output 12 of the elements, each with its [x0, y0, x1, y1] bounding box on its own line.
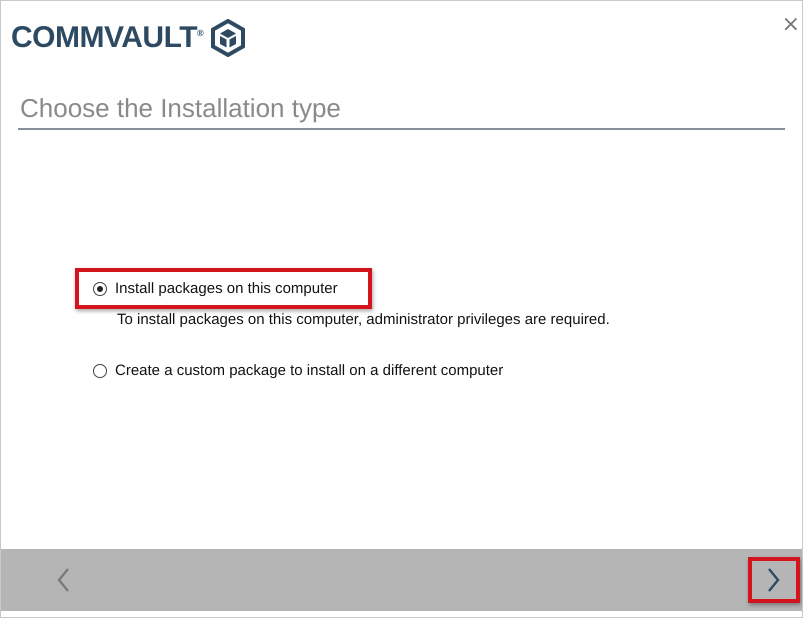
- radio-button[interactable]: [93, 364, 107, 378]
- chevron-right-icon: [767, 567, 781, 593]
- page-title: Choose the Installation type: [18, 93, 785, 130]
- next-button[interactable]: [748, 557, 800, 603]
- close-button[interactable]: ×: [780, 15, 802, 35]
- option-label[interactable]: Install packages on this computer: [115, 280, 338, 297]
- logo-wordmark: COMMVAULT$^{®}$: [11, 21, 204, 55]
- option-label[interactable]: Create a custom package to install on a different computer: [115, 362, 504, 379]
- chevron-left-icon: [56, 567, 70, 593]
- option-description: To install packages on this computer, administrator privileges are required.: [116, 311, 611, 328]
- cube-logo-icon: [209, 19, 248, 57]
- radio-button[interactable]: [93, 282, 107, 296]
